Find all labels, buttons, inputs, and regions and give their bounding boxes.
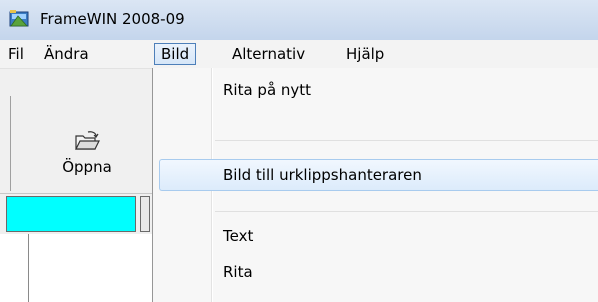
menu-item-label: Rita på nytt [223, 81, 312, 99]
menu-item-label: Bild till urklippshanteraren [223, 166, 422, 184]
menu-item-label: Rita [223, 263, 253, 281]
menu-item-text[interactable]: Text [153, 218, 598, 256]
side-handle[interactable] [140, 196, 150, 232]
menu-alternativ[interactable]: Alternativ [226, 43, 311, 65]
menu-item-rita[interactable]: Rita [153, 254, 598, 292]
menu-separator [215, 140, 598, 141]
bild-dropdown-menu: Rita på nytt Bild till urklippshanterare… [152, 68, 598, 302]
menu-item-rita-pa-nytt[interactable]: Rita på nytt [153, 72, 598, 110]
menu-andra[interactable]: Ändra [38, 43, 95, 65]
toolbar-divider [0, 193, 152, 194]
menu-hjalp[interactable]: Hjälp [340, 43, 390, 65]
menu-bar: Fil Ändra Bild Alternativ Hjälp [0, 40, 598, 69]
open-folder-icon [75, 131, 100, 150]
left-panel [0, 234, 152, 302]
window-title: FrameWIN 2008-09 [40, 10, 185, 28]
menu-item-bild-till-urklipp[interactable]: Bild till urklippshanteraren [153, 156, 598, 194]
color-field[interactable] [6, 196, 136, 232]
menu-item-label: Text [223, 227, 254, 245]
menu-fil[interactable]: Fil [2, 43, 30, 65]
title-bar[interactable]: FrameWIN 2008-09 [0, 0, 598, 40]
toolbar-separator [10, 96, 11, 191]
open-button[interactable]: Öppna [26, 100, 148, 188]
open-button-label: Öppna [62, 158, 112, 176]
menu-separator [215, 211, 598, 212]
menu-bild[interactable]: Bild [154, 43, 197, 65]
left-panel-divider [28, 234, 29, 302]
app-icon [9, 10, 29, 27]
